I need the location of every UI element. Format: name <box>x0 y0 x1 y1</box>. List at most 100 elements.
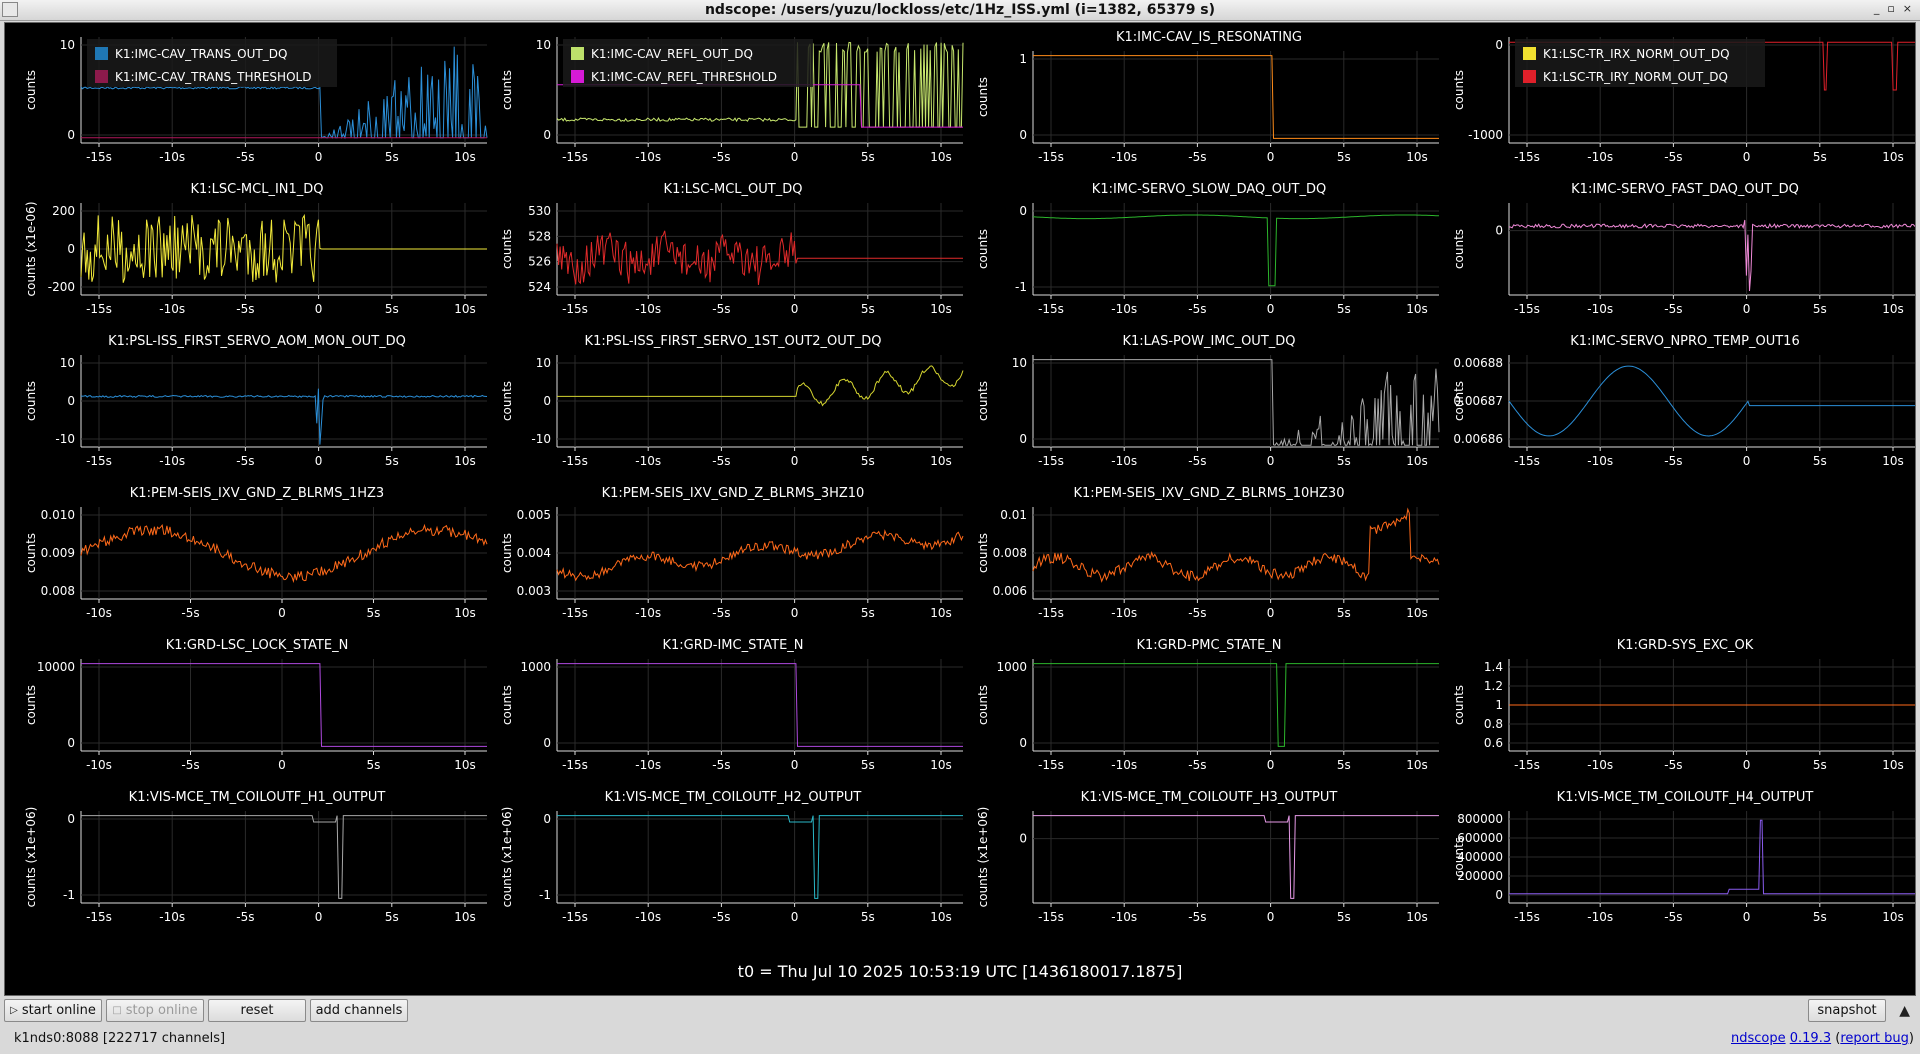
x-tick-label: 5s <box>385 454 399 468</box>
add-channels-button[interactable]: add channels <box>310 999 408 1022</box>
x-tick-label: 5s <box>385 302 399 316</box>
x-tick-label: -5s <box>712 606 730 620</box>
trace-line <box>1032 507 1440 583</box>
plot-panel: K1:VIS-MCE_TM_COILOUTF_H1_OUTPUTcounts (… <box>24 790 487 924</box>
x-tick-label: 0 <box>1743 302 1751 316</box>
plot-legend: K1:IMC-CAV_TRANS_OUT_DQ K1:IMC-CAV_TRANS_… <box>87 39 337 87</box>
trace-line <box>1033 663 1439 747</box>
y-tick-label: 0 <box>67 242 75 256</box>
minimize-button[interactable]: _ <box>1874 2 1880 15</box>
plot-title: K1:IMC-SERVO_NPRO_TEMP_OUT16 <box>1570 334 1799 349</box>
y-tick-label: 0 <box>67 812 75 826</box>
window-title: ndscope: /users/yuzu/lockloss/etc/1Hz_IS… <box>704 2 1216 18</box>
plot-panel: K1:LAS-POW_IMC_OUT_DQcounts 10 0 -15s -10s -5… <box>976 334 1440 468</box>
stop-icon: □ <box>112 1005 122 1016</box>
plot-panel: K1:LSC-MCL_OUT_DQcounts 530 528 526 524 -15s -… <box>500 182 963 316</box>
collapse-arrow-icon[interactable]: ▲ <box>1899 1003 1910 1019</box>
y-tick-label: -1 <box>63 888 75 902</box>
x-tick-label: -10s <box>1587 150 1613 164</box>
y-axis-label: counts <box>500 685 514 725</box>
y-tick-label: 0.01 <box>1000 508 1027 522</box>
x-tick-label: -15s <box>86 454 112 468</box>
y-tick-label: 600000 <box>1457 831 1503 845</box>
y-tick-label: 1 <box>1495 698 1503 712</box>
x-tick-label: 10s <box>930 150 952 164</box>
x-tick-label: 5s <box>861 758 875 772</box>
trace-line <box>556 529 964 582</box>
x-tick-label: 10s <box>454 758 476 772</box>
trace-line <box>556 230 963 285</box>
legend-entry: K1:LSC-TR_IRX_NORM_OUT_DQ <box>1543 47 1730 61</box>
y-tick-label: 10 <box>536 38 551 52</box>
x-tick-label: -15s <box>86 910 112 924</box>
y-axis-label: counts <box>24 381 38 421</box>
y-tick-label: 1 <box>1019 52 1027 66</box>
report-bug-link[interactable]: report bug <box>1840 1031 1909 1046</box>
y-tick-label: 0.006 <box>993 584 1027 598</box>
plot-title: K1:PSL-ISS_FIRST_SERVO_AOM_MON_OUT_DQ <box>108 334 406 349</box>
y-tick-label: 0.008 <box>993 546 1027 560</box>
y-axis-label: counts <box>976 533 990 573</box>
plot-title: K1:PSL-ISS_FIRST_SERVO_1ST_OUT2_OUT_DQ <box>585 334 882 349</box>
x-tick-label: -15s <box>1038 758 1064 772</box>
x-tick-label: 0 <box>1743 758 1751 772</box>
x-tick-label: 5s <box>861 910 875 924</box>
legend-swatch <box>571 70 584 83</box>
x-tick-label: 10s <box>1882 910 1904 924</box>
x-tick-label: -5s <box>712 454 730 468</box>
x-tick-label: -5s <box>712 302 730 316</box>
y-tick-label: 0.004 <box>517 546 551 560</box>
trace-line <box>81 815 487 899</box>
start-online-button[interactable]: ▷ start online <box>4 999 102 1022</box>
stop-online-button[interactable]: □ stop online <box>106 999 204 1022</box>
x-tick-label: -5s <box>181 606 199 620</box>
plot-title: K1:VIS-MCE_TM_COILOUTF_H3_OUTPUT <box>1081 790 1338 805</box>
x-tick-label: -15s <box>1038 454 1064 468</box>
x-tick-label: 0 <box>278 606 286 620</box>
plot-panel: K1:GRD-IMC_STATE_Ncounts 1000 0 -15s -10s -5s… <box>500 638 963 772</box>
plot-panel: K1:IMC-SERVO_SLOW_DAQ_OUT_DQcounts 0 -1 -15… <box>976 182 1440 316</box>
x-tick-label: 5s <box>367 758 381 772</box>
x-tick-label: -15s <box>86 302 112 316</box>
x-tick-label: 0 <box>315 302 323 316</box>
plot-panel: K1:VIS-MCE_TM_COILOUTF_H4_OUTPUTcounts80… <box>1452 790 1915 924</box>
x-tick-label: 5s <box>861 606 875 620</box>
y-tick-label: 0 <box>543 736 551 750</box>
x-tick-label: -5s <box>1664 454 1682 468</box>
y-tick-label: -10 <box>531 432 551 446</box>
x-tick-label: -5s <box>236 910 254 924</box>
snapshot-button[interactable]: snapshot <box>1808 999 1886 1022</box>
x-tick-label: 10s <box>1882 150 1904 164</box>
x-tick-label: 0 <box>278 758 286 772</box>
legend-swatch <box>95 70 108 83</box>
x-tick-label: 0 <box>1743 150 1751 164</box>
ndscope-link[interactable]: ndscope <box>1731 1031 1786 1046</box>
y-tick-label: 0 <box>1019 432 1027 446</box>
x-tick-label: -10s <box>86 758 112 772</box>
app-icon <box>2 2 18 17</box>
t0-label: t0 = Thu Jul 10 2025 10:53:19 UTC [14361… <box>737 962 1183 981</box>
x-tick-label: -15s <box>562 150 588 164</box>
y-tick-label: 0 <box>1495 224 1503 238</box>
y-tick-label: 0 <box>67 736 75 750</box>
plot-grid[interactable]: counts100-15s -10s -5s 0 5s 10sK1:IMC-CAV_TRA… <box>5 23 1915 995</box>
y-tick-label: 400000 <box>1457 850 1503 864</box>
reset-button[interactable]: reset <box>208 999 306 1022</box>
y-tick-label: 0 <box>67 128 75 142</box>
legend-entry: K1:LSC-TR_IRY_NORM_OUT_DQ <box>1543 70 1728 84</box>
y-axis-label: counts <box>24 70 38 110</box>
x-tick-label: -5s <box>712 758 730 772</box>
x-tick-label: -15s <box>562 454 588 468</box>
plot-title: K1:LSC-MCL_OUT_DQ <box>664 182 803 197</box>
y-tick-label: 1.2 <box>1484 679 1503 693</box>
plot-title: K1:PEM-SEIS_IXV_GND_Z_BLRMS_3HZ10 <box>602 486 865 501</box>
plot-panel: K1:IMC-CAV_IS_RESONATINGcounts 1 0 -15s -10s… <box>976 30 1439 164</box>
x-tick-label: -10s <box>1111 910 1137 924</box>
legend-entry: K1:IMC-CAV_TRANS_THRESHOLD <box>115 70 311 84</box>
close-button[interactable]: × <box>1903 2 1912 15</box>
plot-panel: counts 0 -1000 -15s -10s -5s 0 5s 10s K1:LSC-TR_I… <box>1452 37 1915 164</box>
version-link[interactable]: 0.19.3 <box>1790 1031 1831 1046</box>
maximize-button[interactable]: ▫ <box>1887 2 1894 15</box>
y-tick-label: 1000 <box>996 660 1027 674</box>
y-tick-label: 800000 <box>1457 812 1503 826</box>
